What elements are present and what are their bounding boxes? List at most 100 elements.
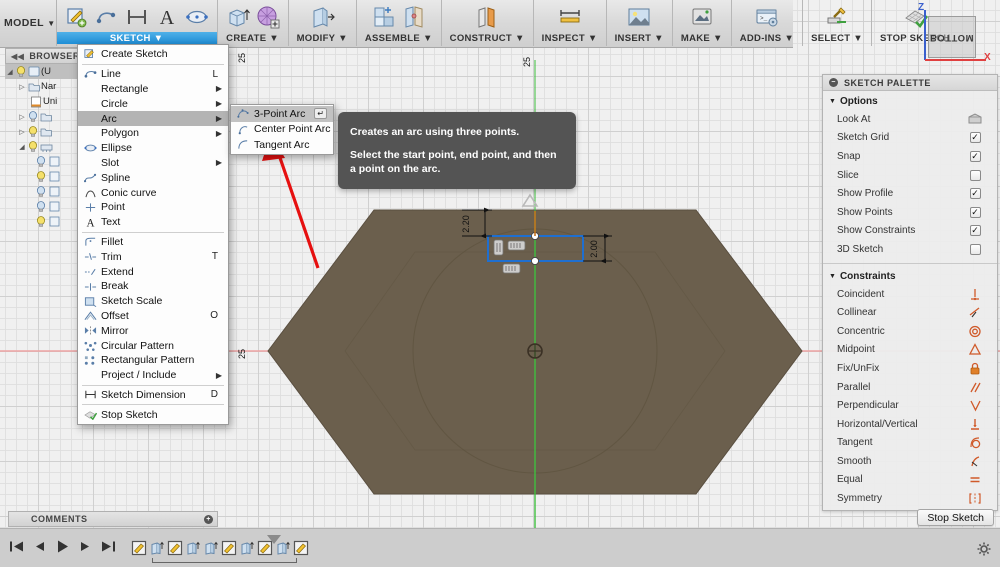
toolbar-group-construct[interactable]: CONSTRUCT ▼ <box>442 0 534 46</box>
insert-canvas-icon[interactable] <box>625 2 653 32</box>
menu-item-trim[interactable]: Trim T <box>78 249 228 264</box>
browser-row[interactable]: ▷ Nar <box>5 79 87 94</box>
browser-row[interactable]: ◢ (U <box>5 64 87 79</box>
menu-item-rectangle[interactable]: Rectangle ▶ <box>78 82 228 97</box>
visibility-bulb-icon[interactable] <box>35 200 47 213</box>
submenu-item-tangent-arc[interactable]: Tangent Arc <box>231 137 333 153</box>
fix-unfix-icon[interactable] <box>963 361 987 375</box>
slice-checkbox[interactable] <box>969 169 981 181</box>
menu-item-extend[interactable]: Extend <box>78 264 228 279</box>
menu-item-point[interactable]: Point <box>78 200 228 215</box>
toolbar-group-make[interactable]: MAKE ▼ <box>673 0 732 46</box>
gear-icon[interactable] <box>977 542 991 559</box>
browser-header[interactable]: ◀◀ BROWSER <box>5 48 87 64</box>
measure-icon[interactable] <box>556 2 584 32</box>
step-forward-icon[interactable] <box>79 540 92 556</box>
equal-icon[interactable] <box>963 473 987 487</box>
timeline-feature-sketch[interactable] <box>130 540 147 557</box>
constraint-midpoint[interactable]: Midpoint <box>823 341 997 360</box>
browser-row[interactable] <box>5 154 87 169</box>
visibility-bulb-icon[interactable] <box>35 170 47 183</box>
visibility-bulb-icon[interactable] <box>27 110 39 123</box>
constraint-collinear[interactable]: Collinear <box>823 303 997 322</box>
horizontal-vertical-icon[interactable] <box>963 417 987 431</box>
browser-row[interactable] <box>5 184 87 199</box>
expander-icon[interactable]: ▷ <box>17 83 27 91</box>
palette-row-sketch-grid[interactable]: Sketch Grid ✓ <box>823 129 997 148</box>
menu-item-line[interactable]: Line L <box>78 67 228 82</box>
palette-row-snap[interactable]: Snap ✓ <box>823 147 997 166</box>
select-icon[interactable] <box>823 2 851 32</box>
show-profile-checkbox[interactable]: ✓ <box>969 188 981 200</box>
step-back-icon[interactable] <box>33 540 46 556</box>
visibility-bulb-icon[interactable] <box>27 125 39 138</box>
palette-row-look-at[interactable]: Look At <box>823 110 997 129</box>
constraint-equal[interactable]: Equal <box>823 471 997 490</box>
constraint-concentric[interactable]: Concentric <box>823 322 997 341</box>
go-to-start-icon[interactable] <box>9 540 24 556</box>
dimension-icon[interactable] <box>123 2 151 32</box>
show-points-checkbox[interactable]: ✓ <box>969 206 981 218</box>
visibility-bulb-icon[interactable] <box>35 185 47 198</box>
arc-submenu[interactable]: 3-Point Arc ↵ Center Point Arc Tangent A… <box>230 104 334 155</box>
workspace-selector[interactable]: MODEL ▼ <box>4 0 57 46</box>
toolbar-group-addins[interactable]: >_ ADD-INS ▼ <box>732 0 804 46</box>
expander-icon[interactable]: ▷ <box>17 128 27 136</box>
go-to-end-icon[interactable] <box>101 540 116 556</box>
toolbar-group-create[interactable]: CREATE ▼ <box>218 0 289 46</box>
add-comment-icon[interactable]: + <box>204 514 213 524</box>
text-icon[interactable]: A <box>153 2 181 32</box>
timeline-feature-extrude[interactable] <box>184 540 201 557</box>
sketch-grid-checkbox[interactable]: ✓ <box>969 132 981 144</box>
comments-panel[interactable]: COMMENTS + <box>8 511 218 527</box>
timeline[interactable] <box>0 528 1000 567</box>
menu-item-rectangular-pattern[interactable]: Rectangular Pattern <box>78 353 228 368</box>
tangent-icon[interactable] <box>963 436 987 450</box>
play-icon[interactable] <box>55 539 70 557</box>
menu-item-polygon[interactable]: Polygon ▶ <box>78 126 228 141</box>
3d-sketch-checkbox[interactable] <box>969 243 981 255</box>
press-pull-icon[interactable] <box>308 2 336 32</box>
browser-row[interactable] <box>5 169 87 184</box>
options-section-title[interactable]: ▼ Options <box>823 94 997 110</box>
palette-close-icon[interactable]: − <box>829 78 838 87</box>
timeline-feature-extrude[interactable] <box>202 540 219 557</box>
menu-item-mirror[interactable]: Mirror <box>78 323 228 338</box>
joint-icon[interactable] <box>400 2 428 32</box>
browser-row[interactable] <box>5 214 87 229</box>
parallel-icon[interactable] <box>963 380 987 394</box>
constraint-tangent[interactable]: Tangent <box>823 434 997 453</box>
scripts-addins-icon[interactable]: >_ <box>753 2 781 32</box>
expander-icon[interactable]: ▷ <box>17 113 27 121</box>
toolbar-group-insert[interactable]: INSERT ▼ <box>607 0 673 46</box>
timeline-feature-sketch[interactable] <box>292 540 309 557</box>
constraint-horizontal-vertical[interactable]: Horizontal/Vertical <box>823 415 997 434</box>
browser-row[interactable] <box>5 199 87 214</box>
sketch-palette-header[interactable]: − SKETCH PALETTE <box>823 75 997 91</box>
menu-item-circle[interactable]: Circle ▶ <box>78 96 228 111</box>
view-cube-face[interactable]: BOTTOM <box>928 16 976 58</box>
timeline-features[interactable] <box>130 540 309 563</box>
snap-checkbox[interactable]: ✓ <box>969 150 981 162</box>
extrude-icon[interactable] <box>224 2 252 32</box>
visibility-bulb-icon[interactable] <box>35 155 47 168</box>
show-constraints-checkbox[interactable]: ✓ <box>969 225 981 237</box>
collapse-left-icon[interactable]: ◀◀ <box>11 52 24 61</box>
menu-item-text[interactable]: A Text <box>78 215 228 230</box>
expander-icon[interactable]: ◢ <box>5 68 15 76</box>
visibility-bulb-icon[interactable] <box>27 140 39 153</box>
offset-plane-icon[interactable] <box>473 2 501 32</box>
constraint-perpendicular[interactable]: Perpendicular <box>823 396 997 415</box>
browser-row[interactable]: ◢ <box>5 139 87 154</box>
timeline-feature-sketch[interactable] <box>166 540 183 557</box>
browser-row[interactable]: ▷ <box>5 124 87 139</box>
constraints-section-title[interactable]: ▼ Constraints <box>823 269 997 285</box>
browser-tree[interactable]: ◢ (U ▷ Nar Uni ▷ ▷ ◢ <box>5 64 87 229</box>
browser-row[interactable]: Uni <box>5 94 87 109</box>
palette-row-3d-sketch[interactable]: 3D Sketch <box>823 240 997 259</box>
view-cube[interactable]: BOTTOM Z X <box>900 2 992 68</box>
stop-sketch-button[interactable]: Stop Sketch <box>917 509 994 526</box>
timeline-playhead[interactable] <box>267 535 281 544</box>
constraint-smooth[interactable]: Smooth <box>823 452 997 471</box>
toolbar-group-inspect[interactable]: INSPECT ▼ <box>534 0 607 46</box>
